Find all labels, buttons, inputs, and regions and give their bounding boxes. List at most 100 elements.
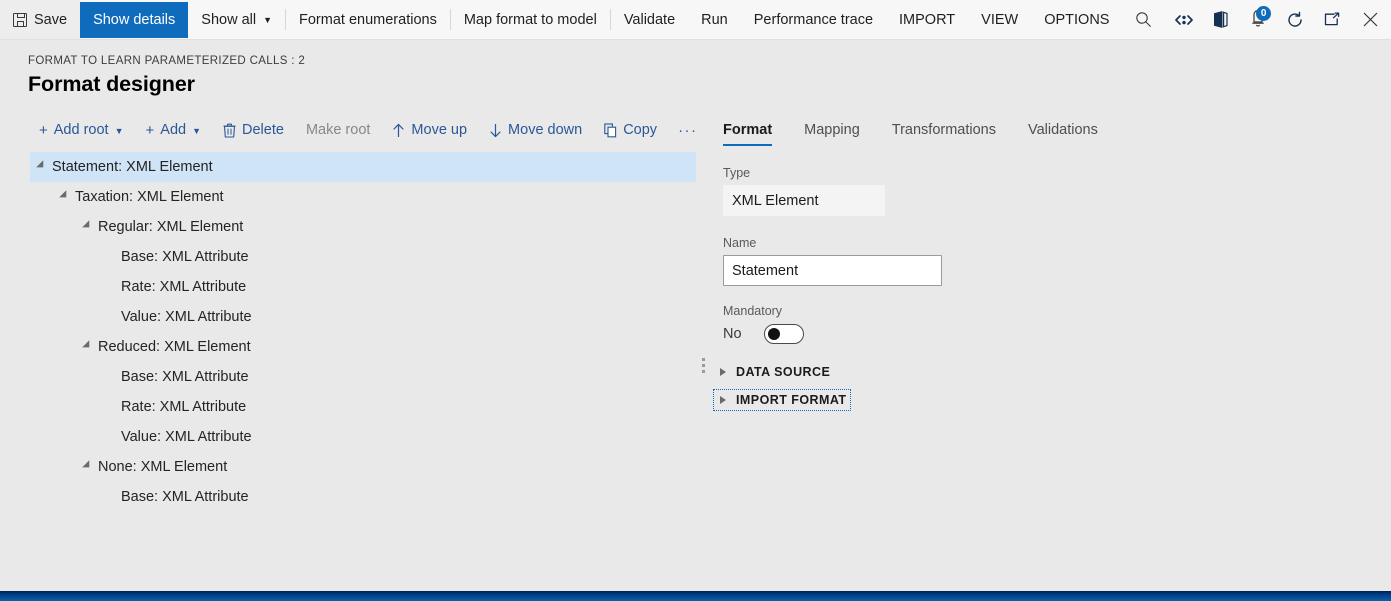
tab-format-label: Format (723, 122, 773, 138)
save-button[interactable]: Save (0, 0, 81, 39)
make-root-button: Make root (295, 117, 381, 143)
accessibility-icon (1174, 14, 1193, 25)
tree-node-label: None: XML Element (98, 459, 228, 475)
tab-transformations-label: Transformations (891, 122, 996, 138)
tab-format[interactable]: Format (714, 122, 788, 146)
tree-node[interactable]: Statement: XML Element (30, 152, 696, 182)
tree-node[interactable]: None: XML Element (0, 452, 696, 482)
options-menu[interactable]: OPTIONS (1031, 0, 1122, 39)
tab-transformations[interactable]: Transformations (876, 122, 1012, 146)
chevron-expanded-icon (81, 220, 93, 231)
popout-button[interactable] (1313, 0, 1350, 39)
tree-expander-icon[interactable] (53, 190, 75, 202)
copy-label: Copy (623, 122, 658, 138)
tree-node[interactable]: Rate: XML Attribute (0, 272, 696, 302)
move-down-button[interactable]: Move down (478, 117, 593, 143)
tree-node-label: Value: XML Attribute (121, 429, 252, 445)
refresh-icon (1288, 11, 1302, 27)
splitter-dot (701, 369, 705, 373)
mandatory-value: No (723, 326, 742, 342)
tree-expander-icon[interactable] (76, 340, 98, 352)
import-menu[interactable]: IMPORT (886, 0, 968, 39)
more-actions-button[interactable]: ··· (668, 117, 708, 144)
chevron-expanded-icon (81, 340, 93, 351)
show-all-label: Show all (201, 11, 257, 28)
expander-import-format[interactable]: IMPORT FORMAT (712, 389, 852, 411)
office-app-button[interactable] (1202, 0, 1239, 39)
move-up-button[interactable]: Move up (381, 117, 478, 143)
tab-validations[interactable]: Validations (1012, 122, 1114, 146)
tree-expander-icon[interactable] (76, 460, 98, 472)
expander-import-format-label: IMPORT FORMAT (736, 393, 847, 407)
notifications-button[interactable]: 0 (1239, 0, 1276, 39)
tree-node[interactable]: Base: XML Attribute (0, 362, 696, 392)
delete-button[interactable]: Delete (212, 117, 295, 143)
tree-node[interactable]: Value: XML Attribute (0, 302, 696, 332)
refresh-button[interactable] (1276, 0, 1313, 39)
tree-node[interactable]: Regular: XML Element (0, 212, 696, 242)
show-all-button[interactable]: Show all ▼ (188, 0, 285, 39)
panel-splitter-handle[interactable] (698, 352, 708, 378)
tree-node-label: Rate: XML Attribute (121, 399, 247, 415)
tree-node[interactable]: Rate: XML Attribute (0, 392, 696, 422)
tree-node-label: Taxation: XML Element (75, 189, 224, 205)
search-icon (1136, 12, 1152, 27)
add-root-button[interactable]: + Add root ▼ (28, 117, 135, 143)
office-logo-icon (1214, 11, 1228, 28)
tree-node[interactable]: Value: XML Attribute (0, 422, 696, 452)
format-enumerations-button[interactable]: Format enumerations (286, 0, 450, 39)
details-panel: Format Mapping Transformations Validatio… (712, 113, 1374, 583)
name-field-group: Name (714, 236, 1374, 286)
close-button[interactable] (1350, 0, 1391, 39)
search-button[interactable] (1122, 0, 1165, 39)
move-down-label: Move down (508, 122, 583, 138)
tree-node[interactable]: Base: XML Attribute (0, 482, 696, 512)
run-button[interactable]: Run (688, 0, 741, 39)
accessibility-button[interactable] (1165, 0, 1202, 39)
name-label: Name (723, 236, 757, 250)
add-button[interactable]: + Add ▼ (135, 117, 213, 143)
mandatory-label: Mandatory (723, 304, 783, 318)
tree-node[interactable]: Reduced: XML Element (0, 332, 696, 362)
tree-node-label: Statement: XML Element (52, 159, 213, 175)
mandatory-toggle[interactable] (763, 324, 804, 344)
tree-node[interactable]: Base: XML Attribute (0, 242, 696, 272)
plus-icon: + (39, 121, 48, 139)
tab-mapping[interactable]: Mapping (788, 122, 876, 146)
tree-node-label: Base: XML Attribute (121, 489, 249, 505)
details-tabs: Format Mapping Transformations Validatio… (714, 113, 1374, 146)
chevron-down-icon: ▼ (114, 126, 124, 136)
validate-label: Validate (623, 11, 676, 28)
validate-button[interactable]: Validate (611, 0, 688, 39)
copy-button[interactable]: Copy (593, 117, 668, 143)
notification-badge: 0 (1256, 6, 1272, 21)
close-icon (1363, 12, 1378, 27)
tree-node[interactable]: Taxation: XML Element (0, 182, 696, 212)
page-header: FORMAT TO LEARN PARAMETERIZED CALLS : 2 … (0, 40, 1391, 109)
tree-node-label: Rate: XML Attribute (121, 279, 247, 295)
mandatory-row: No (723, 324, 1374, 344)
chevron-down-icon: ▼ (263, 15, 273, 25)
format-tree[interactable]: Statement: XML Element Taxation: XML Elem… (0, 152, 696, 588)
tree-expander-icon[interactable] (76, 220, 98, 232)
tree-expander-icon[interactable] (30, 160, 52, 172)
splitter-dot (701, 363, 705, 367)
expander-data-source[interactable]: DATA SOURCE (714, 362, 834, 382)
save-icon (13, 12, 27, 27)
view-menu[interactable]: VIEW (968, 0, 1031, 39)
move-up-label: Move up (411, 122, 468, 138)
run-label: Run (701, 11, 728, 28)
performance-trace-button[interactable]: Performance trace (741, 0, 886, 39)
trash-icon (223, 123, 236, 138)
copy-icon (604, 122, 617, 137)
tree-node-label: Regular: XML Element (98, 219, 244, 235)
name-input[interactable] (723, 255, 942, 286)
map-format-to-model-button[interactable]: Map format to model (451, 0, 610, 39)
chevron-right-icon (720, 396, 726, 404)
type-field-group: Type XML Element (714, 166, 1374, 216)
show-details-label: Show details (93, 12, 176, 28)
expander-data-source-label: DATA SOURCE (736, 365, 831, 379)
add-label: Add (160, 122, 187, 138)
splitter-dot (701, 357, 705, 361)
show-details-button[interactable]: Show details (80, 2, 189, 38)
